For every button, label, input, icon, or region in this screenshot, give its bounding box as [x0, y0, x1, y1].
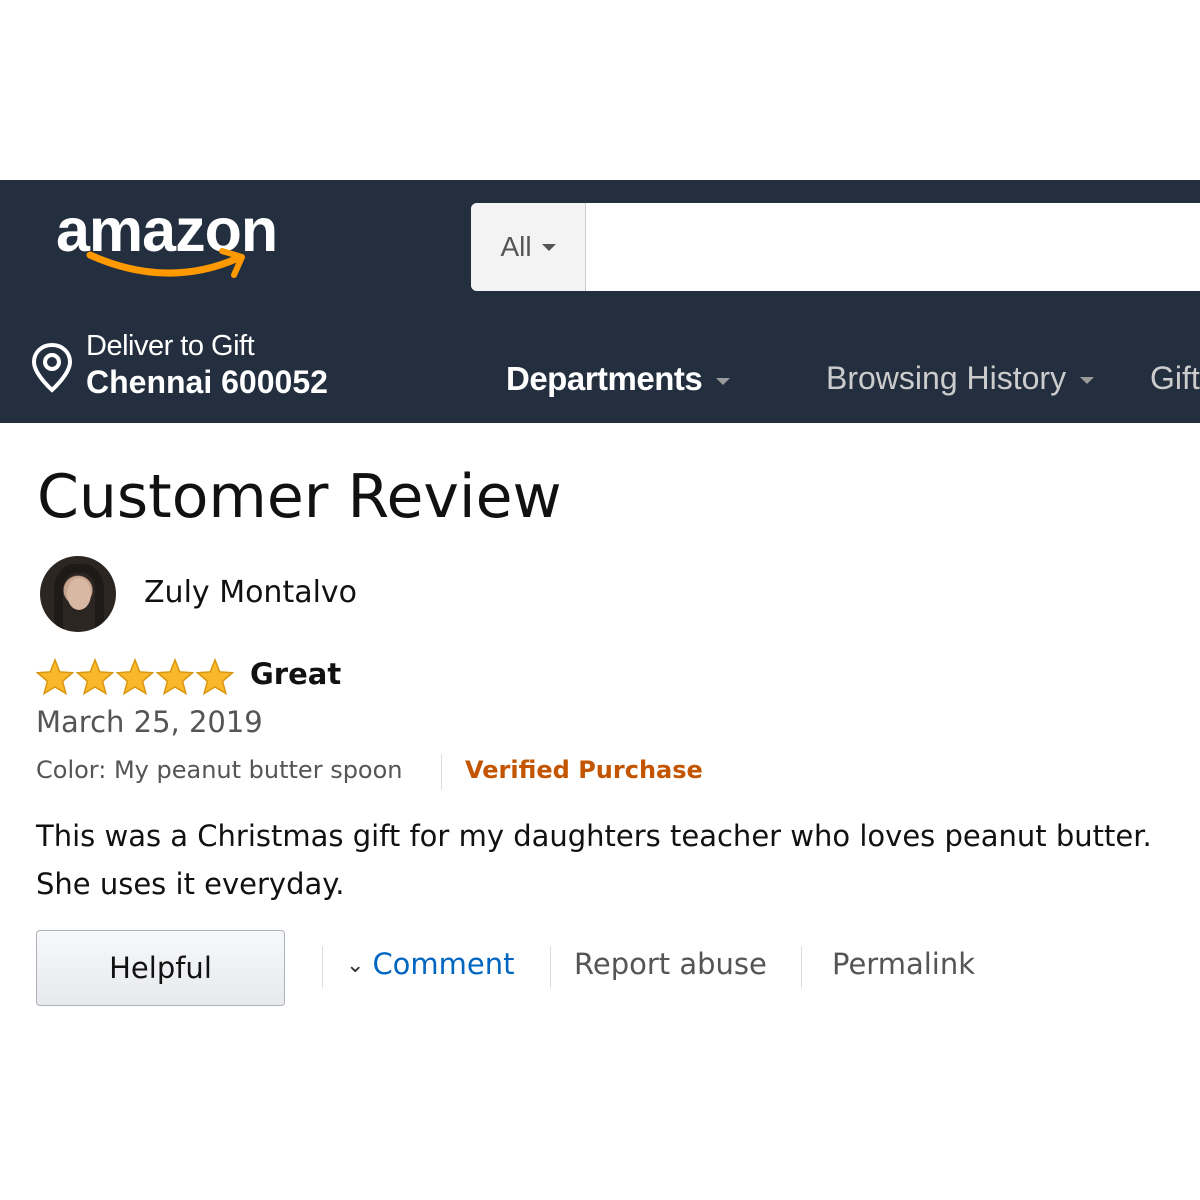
- report-abuse-link[interactable]: Report abuse: [574, 947, 767, 981]
- star-icon: [156, 658, 194, 696]
- chevron-down-icon: [1080, 377, 1095, 385]
- review-date: March 25, 2019: [36, 705, 263, 739]
- comment-link[interactable]: ⌄ Comment: [346, 947, 515, 981]
- search-category-label: All: [500, 231, 532, 262]
- permalink-link[interactable]: Permalink: [832, 947, 975, 981]
- product-variant-link[interactable]: Color: My peanut butter spoon: [36, 756, 403, 784]
- search-input[interactable]: [586, 203, 1200, 291]
- deliver-location-text: Chennai 600052: [86, 364, 328, 400]
- chevron-down-icon: ⌄: [346, 953, 365, 978]
- chevron-down-icon: [716, 377, 731, 385]
- nav-gift-label: Gift: [1150, 360, 1200, 396]
- nav-departments[interactable]: Departments: [506, 360, 731, 398]
- star-rating[interactable]: [36, 658, 234, 696]
- location-pin-icon: [31, 342, 73, 393]
- divider: [322, 946, 323, 988]
- page-title: Customer Review: [37, 462, 562, 532]
- divider: [550, 946, 551, 988]
- review-body-line: This was a Christmas gift for my daughte…: [36, 819, 1152, 853]
- deliver-to-label: Deliver to Gift: [86, 330, 255, 362]
- divider: [801, 946, 802, 988]
- comment-label: Comment: [372, 947, 515, 981]
- star-icon: [36, 658, 74, 696]
- deliver-to-location[interactable]: Deliver to Gift Chennai 600052: [30, 330, 390, 410]
- search-category-dropdown[interactable]: All: [471, 203, 586, 291]
- nav-departments-label: Departments: [506, 360, 703, 397]
- review-body-line: She uses it everyday.: [36, 867, 345, 901]
- avatar-face: [67, 578, 91, 610]
- star-icon: [116, 658, 154, 696]
- helpful-button[interactable]: Helpful: [36, 930, 285, 1006]
- nav-browsing-history[interactable]: Browsing History: [826, 360, 1095, 397]
- amazon-logo[interactable]: amazon: [56, 197, 306, 287]
- divider: [441, 754, 442, 790]
- star-icon: [76, 658, 114, 696]
- review-title[interactable]: Great: [250, 657, 341, 691]
- smile-arrow-icon: [86, 248, 245, 278]
- verified-purchase-badge: Verified Purchase: [465, 756, 703, 784]
- nav-browsing-history-label: Browsing History: [826, 360, 1067, 396]
- search-bar: All: [471, 203, 1200, 291]
- nav-gift[interactable]: Gift: [1150, 360, 1200, 397]
- review-body: This was a Christmas gift for my daughte…: [36, 812, 1186, 908]
- reviewer-name[interactable]: Zuly Montalvo: [144, 575, 357, 610]
- star-icon: [196, 658, 234, 696]
- chevron-down-icon: [541, 243, 556, 251]
- avatar[interactable]: [40, 556, 116, 632]
